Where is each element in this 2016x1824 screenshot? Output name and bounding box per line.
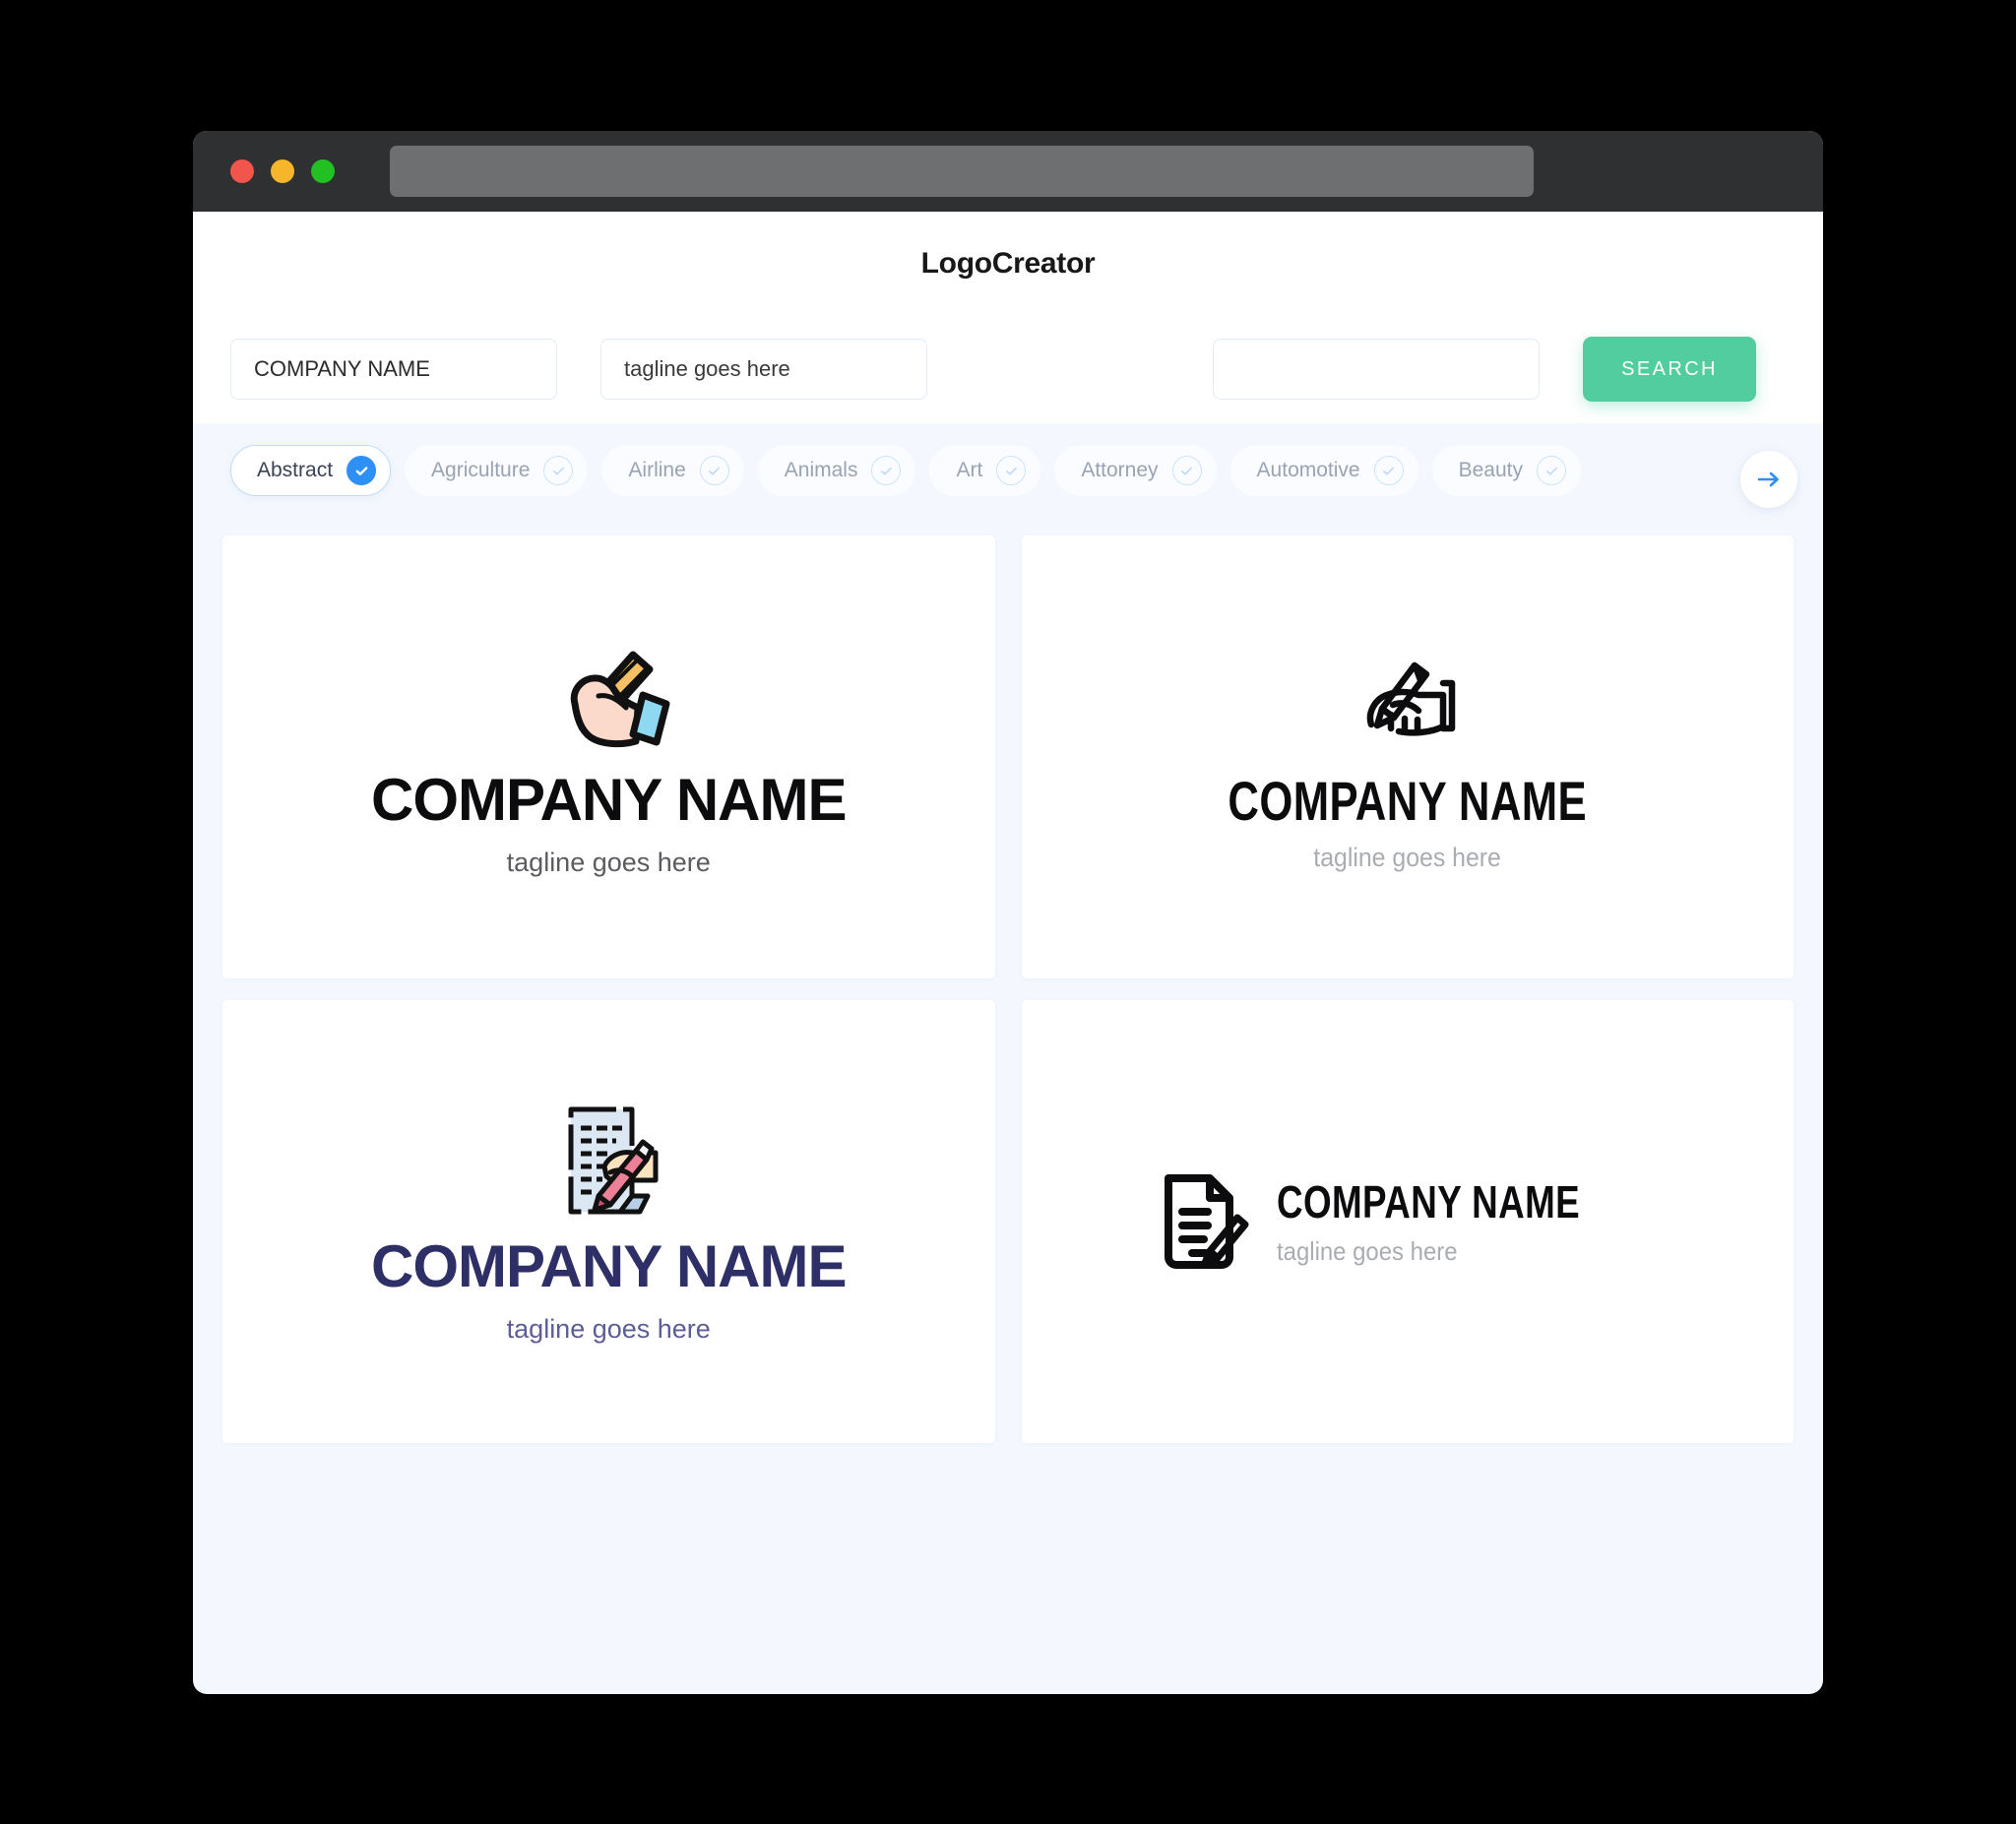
logo-card[interactable]: COMPANY NAME tagline goes here bbox=[222, 1000, 995, 1443]
window-titlebar bbox=[193, 131, 1823, 212]
check-circle-icon bbox=[543, 456, 574, 485]
chip-label: Beauty bbox=[1458, 459, 1523, 481]
category-chip-list: Abstract Agriculture Airline Animals Art… bbox=[230, 445, 1823, 496]
logo-card[interactable]: COMPANY NAME tagline goes here bbox=[1021, 1000, 1794, 1443]
minimize-button[interactable] bbox=[271, 159, 294, 183]
arrow-right-icon bbox=[1757, 472, 1779, 487]
logo-results-grid: COMPANY NAME tagline goes here COMPANY N… bbox=[193, 528, 1823, 1473]
chip-label: Automotive bbox=[1256, 459, 1360, 481]
category-filter-bar: Abstract Agriculture Airline Animals Art… bbox=[193, 423, 1823, 528]
chip-label: Animals bbox=[784, 459, 858, 481]
logo-tagline: tagline goes here bbox=[506, 1313, 711, 1344]
category-chip-automotive[interactable]: Automotive bbox=[1229, 445, 1418, 496]
logo-tagline: tagline goes here bbox=[1313, 842, 1502, 872]
category-chip-beauty[interactable]: Beauty bbox=[1431, 445, 1581, 496]
traffic-lights bbox=[230, 159, 335, 183]
page-title: LogoCreator bbox=[920, 246, 1096, 280]
chip-label: Art bbox=[956, 459, 983, 481]
logo-preview: COMPANY NAME tagline goes here bbox=[371, 639, 847, 877]
check-circle-icon bbox=[1537, 456, 1566, 485]
company-name-input[interactable] bbox=[230, 339, 557, 400]
logo-card[interactable]: COMPANY NAME tagline goes here bbox=[1021, 535, 1794, 978]
hand-pencil-card-color-icon bbox=[570, 651, 670, 747]
logo-preview: COMPANY NAME tagline goes here bbox=[371, 1101, 847, 1344]
chip-label: Abstract bbox=[257, 459, 334, 481]
category-chip-abstract[interactable]: Abstract bbox=[230, 445, 392, 496]
check-circle-icon bbox=[346, 456, 377, 485]
category-chip-attorney[interactable]: Attorney bbox=[1054, 445, 1217, 496]
logo-company-name: COMPANY NAME bbox=[371, 766, 847, 833]
chip-label: Airline bbox=[628, 459, 686, 481]
category-chip-animals[interactable]: Animals bbox=[757, 445, 916, 496]
search-toolbar: SEARCH bbox=[193, 315, 1823, 423]
maximize-button[interactable] bbox=[311, 159, 335, 183]
logo-text-block: COMPANY NAME tagline goes here bbox=[1277, 1179, 1656, 1264]
check-circle-icon bbox=[996, 456, 1027, 485]
logo-company-name: COMPANY NAME bbox=[1277, 1176, 1581, 1227]
hand-writing-outline-icon bbox=[1366, 661, 1455, 736]
check-circle-icon bbox=[1373, 456, 1404, 485]
chip-label: Attorney bbox=[1081, 459, 1159, 481]
check-circle-icon bbox=[699, 456, 729, 485]
app-header: LogoCreator bbox=[193, 212, 1823, 315]
extra-search-input[interactable] bbox=[1213, 339, 1540, 400]
logo-card[interactable]: COMPANY NAME tagline goes here bbox=[222, 535, 995, 978]
url-bar[interactable] bbox=[390, 146, 1534, 197]
logo-company-name: COMPANY NAME bbox=[371, 1232, 847, 1299]
category-chip-airline[interactable]: Airline bbox=[601, 445, 744, 496]
document-hand-pencil-color-icon bbox=[568, 1106, 659, 1214]
search-button[interactable]: SEARCH bbox=[1583, 337, 1756, 402]
document-pencil-outline-icon bbox=[1165, 1174, 1249, 1269]
categories-next-button[interactable] bbox=[1740, 451, 1797, 508]
check-circle-icon bbox=[871, 456, 902, 485]
browser-window: LogoCreator SEARCH Abstract Agriculture bbox=[193, 131, 1823, 1694]
logo-tagline: tagline goes here bbox=[506, 847, 711, 877]
screenshot-root: LogoCreator SEARCH Abstract Agriculture bbox=[0, 0, 2016, 1824]
category-chip-agriculture[interactable]: Agriculture bbox=[405, 445, 589, 496]
close-button[interactable] bbox=[230, 159, 254, 183]
chip-label: Agriculture bbox=[431, 459, 531, 481]
tagline-input[interactable] bbox=[600, 339, 927, 400]
logo-tagline: tagline goes here bbox=[1277, 1236, 1458, 1266]
logo-company-name: COMPANY NAME bbox=[1228, 769, 1588, 832]
category-chip-art[interactable]: Art bbox=[929, 445, 1041, 496]
logo-preview: COMPANY NAME tagline goes here bbox=[1177, 644, 1638, 871]
logo-preview: COMPANY NAME tagline goes here bbox=[1159, 1170, 1656, 1273]
check-circle-icon bbox=[1171, 456, 1202, 485]
